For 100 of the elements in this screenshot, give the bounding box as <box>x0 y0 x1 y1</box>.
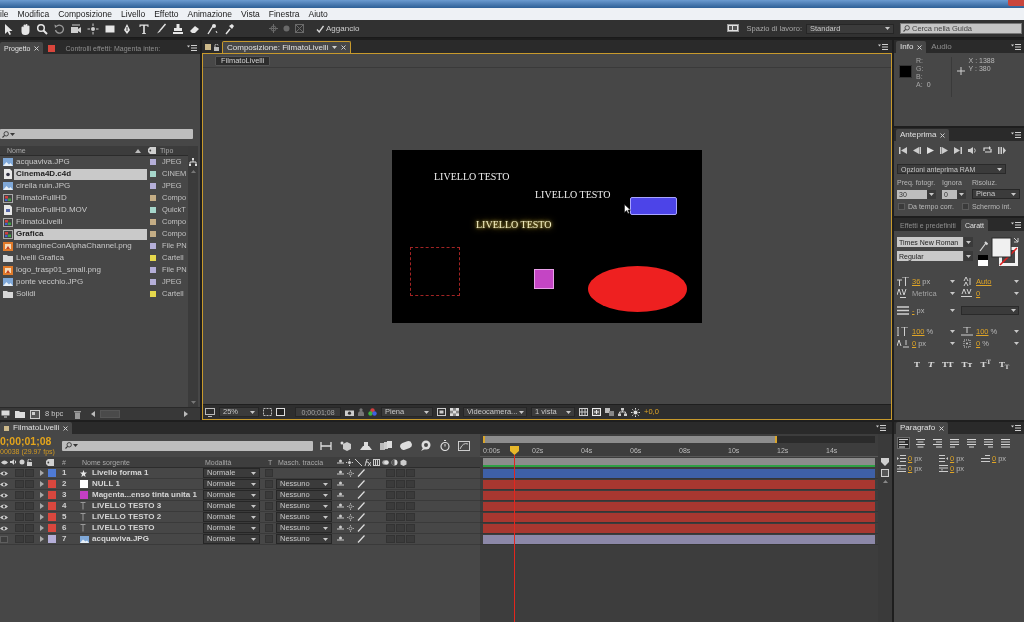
project-item[interactable]: Cinema4D.c4d <box>14 168 147 180</box>
label-color-icon[interactable] <box>48 502 56 510</box>
scroll-up-icon[interactable] <box>190 170 196 173</box>
play-icon[interactable] <box>927 146 934 154</box>
flowchart-icon[interactable] <box>189 158 197 166</box>
panel-menu-icon[interactable] <box>1011 44 1021 50</box>
lock-icon[interactable] <box>27 458 32 466</box>
window-panes-icon[interactable] <box>726 24 740 33</box>
panel-menu-icon[interactable] <box>1011 132 1021 138</box>
dropdown-caret-icon[interactable] <box>950 292 955 295</box>
scroll-left-icon[interactable] <box>91 411 96 417</box>
eye-icon[interactable] <box>0 503 8 509</box>
menu-item[interactable]: Finestra <box>268 9 300 19</box>
menu-item[interactable]: Livello <box>121 9 146 19</box>
text-style-button[interactable]: T$_{T}$ <box>998 360 1010 368</box>
layer-name[interactable]: NULL 1 <box>92 480 120 488</box>
dropdown-caret-icon[interactable] <box>323 493 328 497</box>
folder-icon[interactable] <box>15 410 25 418</box>
camera-icon[interactable] <box>345 408 354 416</box>
slash-icon[interactable] <box>355 458 362 466</box>
solo-dot-icon[interactable] <box>19 459 25 465</box>
fx-icon[interactable] <box>364 458 371 466</box>
close-icon[interactable] <box>34 45 40 51</box>
layer-name[interactable]: LIVELLO TESTO <box>92 524 155 532</box>
head-over-line-icon[interactable] <box>337 492 344 498</box>
time-navigator-track[interactable] <box>483 436 875 443</box>
search-icon[interactable] <box>2 130 9 138</box>
square-in-square-icon[interactable] <box>437 408 446 416</box>
loop-icon[interactable] <box>983 146 992 154</box>
checkbox[interactable] <box>961 203 969 210</box>
panel-tab[interactable]: Anteprima <box>896 129 950 141</box>
panel-tab[interactable]: Paragrafo <box>896 422 949 434</box>
dropdown-caret-icon[interactable] <box>251 537 256 541</box>
head-over-line-icon[interactable] <box>337 536 344 542</box>
eyedropper-icon[interactable] <box>978 241 988 252</box>
text-style-button[interactable]: T <box>914 360 920 368</box>
panel-menu-icon[interactable] <box>878 44 888 50</box>
graph-icon[interactable] <box>458 440 470 451</box>
close-icon[interactable] <box>341 45 347 50</box>
label-color-icon[interactable] <box>48 524 56 532</box>
snap-label[interactable]: Aggancio <box>326 24 360 33</box>
layers-icon[interactable] <box>605 408 614 416</box>
layer-name[interactable]: LIVELLO TESTO 2 <box>92 513 162 521</box>
film-frames-icon[interactable] <box>380 440 392 451</box>
alignment-button[interactable] <box>965 437 978 449</box>
eye-icon[interactable] <box>0 481 8 487</box>
dropdown-caret-icon[interactable] <box>950 280 955 283</box>
previous-frame-icon[interactable] <box>913 146 921 154</box>
dropdown-caret-icon[interactable] <box>323 537 328 541</box>
dropdown-caret-icon[interactable] <box>323 526 328 530</box>
menu-item[interactable]: Effetto <box>154 9 179 19</box>
last-frame-icon[interactable] <box>954 146 962 154</box>
crosshair-icon[interactable] <box>87 22 99 35</box>
dropdown-caret-icon[interactable] <box>1014 330 1019 333</box>
bars-play-icon[interactable] <box>998 146 1006 154</box>
dropdown-caret-icon[interactable] <box>323 504 328 508</box>
project-item[interactable]: Solidi <box>14 290 38 298</box>
close-icon[interactable] <box>63 425 69 431</box>
monitor-icon[interactable] <box>1 410 10 418</box>
search-icon[interactable] <box>65 442 72 449</box>
crossed-square-icon[interactable] <box>295 24 304 33</box>
project-item[interactable]: ImmagineConAlphaChannel.png <box>14 242 134 250</box>
cube-icon[interactable] <box>400 458 407 466</box>
checkbox[interactable] <box>898 203 905 210</box>
project-item[interactable]: Grafica <box>14 228 147 240</box>
pointer-icon[interactable] <box>2 22 14 35</box>
scroll-right-icon[interactable] <box>184 411 188 417</box>
eye-icon[interactable] <box>0 470 8 476</box>
layer-name[interactable]: LIVELLO TESTO 3 <box>92 502 162 510</box>
dropdown-caret-icon[interactable] <box>950 309 955 312</box>
pin-icon[interactable] <box>223 22 235 35</box>
dropdown-caret-icon[interactable] <box>885 27 890 30</box>
close-icon[interactable] <box>917 44 923 50</box>
project-item[interactable]: logo_trasp01_small.png <box>14 266 103 274</box>
hat-icon[interactable] <box>360 440 372 451</box>
square-icon[interactable] <box>276 408 285 416</box>
timeline-search-field[interactable] <box>62 440 313 451</box>
project-item[interactable]: FilmatoFullHD <box>14 194 69 202</box>
project-item[interactable]: ponte vecchio.JPG <box>14 278 86 286</box>
lock-icon[interactable] <box>214 43 219 51</box>
half-circle-icon[interactable] <box>391 458 398 466</box>
close-icon[interactable] <box>939 425 945 431</box>
stamp-icon[interactable] <box>172 22 184 35</box>
panel-tab[interactable]: FilmatoLivelli <box>0 422 73 434</box>
fill-stroke-swatch-icon[interactable] <box>991 237 1019 267</box>
dropdown-caret-icon[interactable] <box>251 504 256 508</box>
monitor-icon[interactable] <box>205 407 215 417</box>
dot-icon[interactable] <box>282 24 291 33</box>
current-time-display[interactable]: 0;00;01;08 <box>0 436 60 447</box>
head-over-line-icon[interactable] <box>337 459 344 465</box>
scroll-down-icon[interactable] <box>190 401 196 404</box>
grid-icon[interactable] <box>579 408 588 416</box>
project-item[interactable]: FilmatoFullHD.MOV <box>14 206 90 214</box>
visibility-switch[interactable] <box>0 535 8 543</box>
dropdown-caret-icon[interactable] <box>1014 280 1019 283</box>
alignment-button[interactable] <box>914 437 927 449</box>
checkerboard-icon[interactable] <box>450 408 459 416</box>
dropdown-caret-icon[interactable] <box>1014 342 1019 345</box>
close-icon[interactable] <box>940 132 946 138</box>
menu-item[interactable]: Animazione <box>187 9 232 19</box>
